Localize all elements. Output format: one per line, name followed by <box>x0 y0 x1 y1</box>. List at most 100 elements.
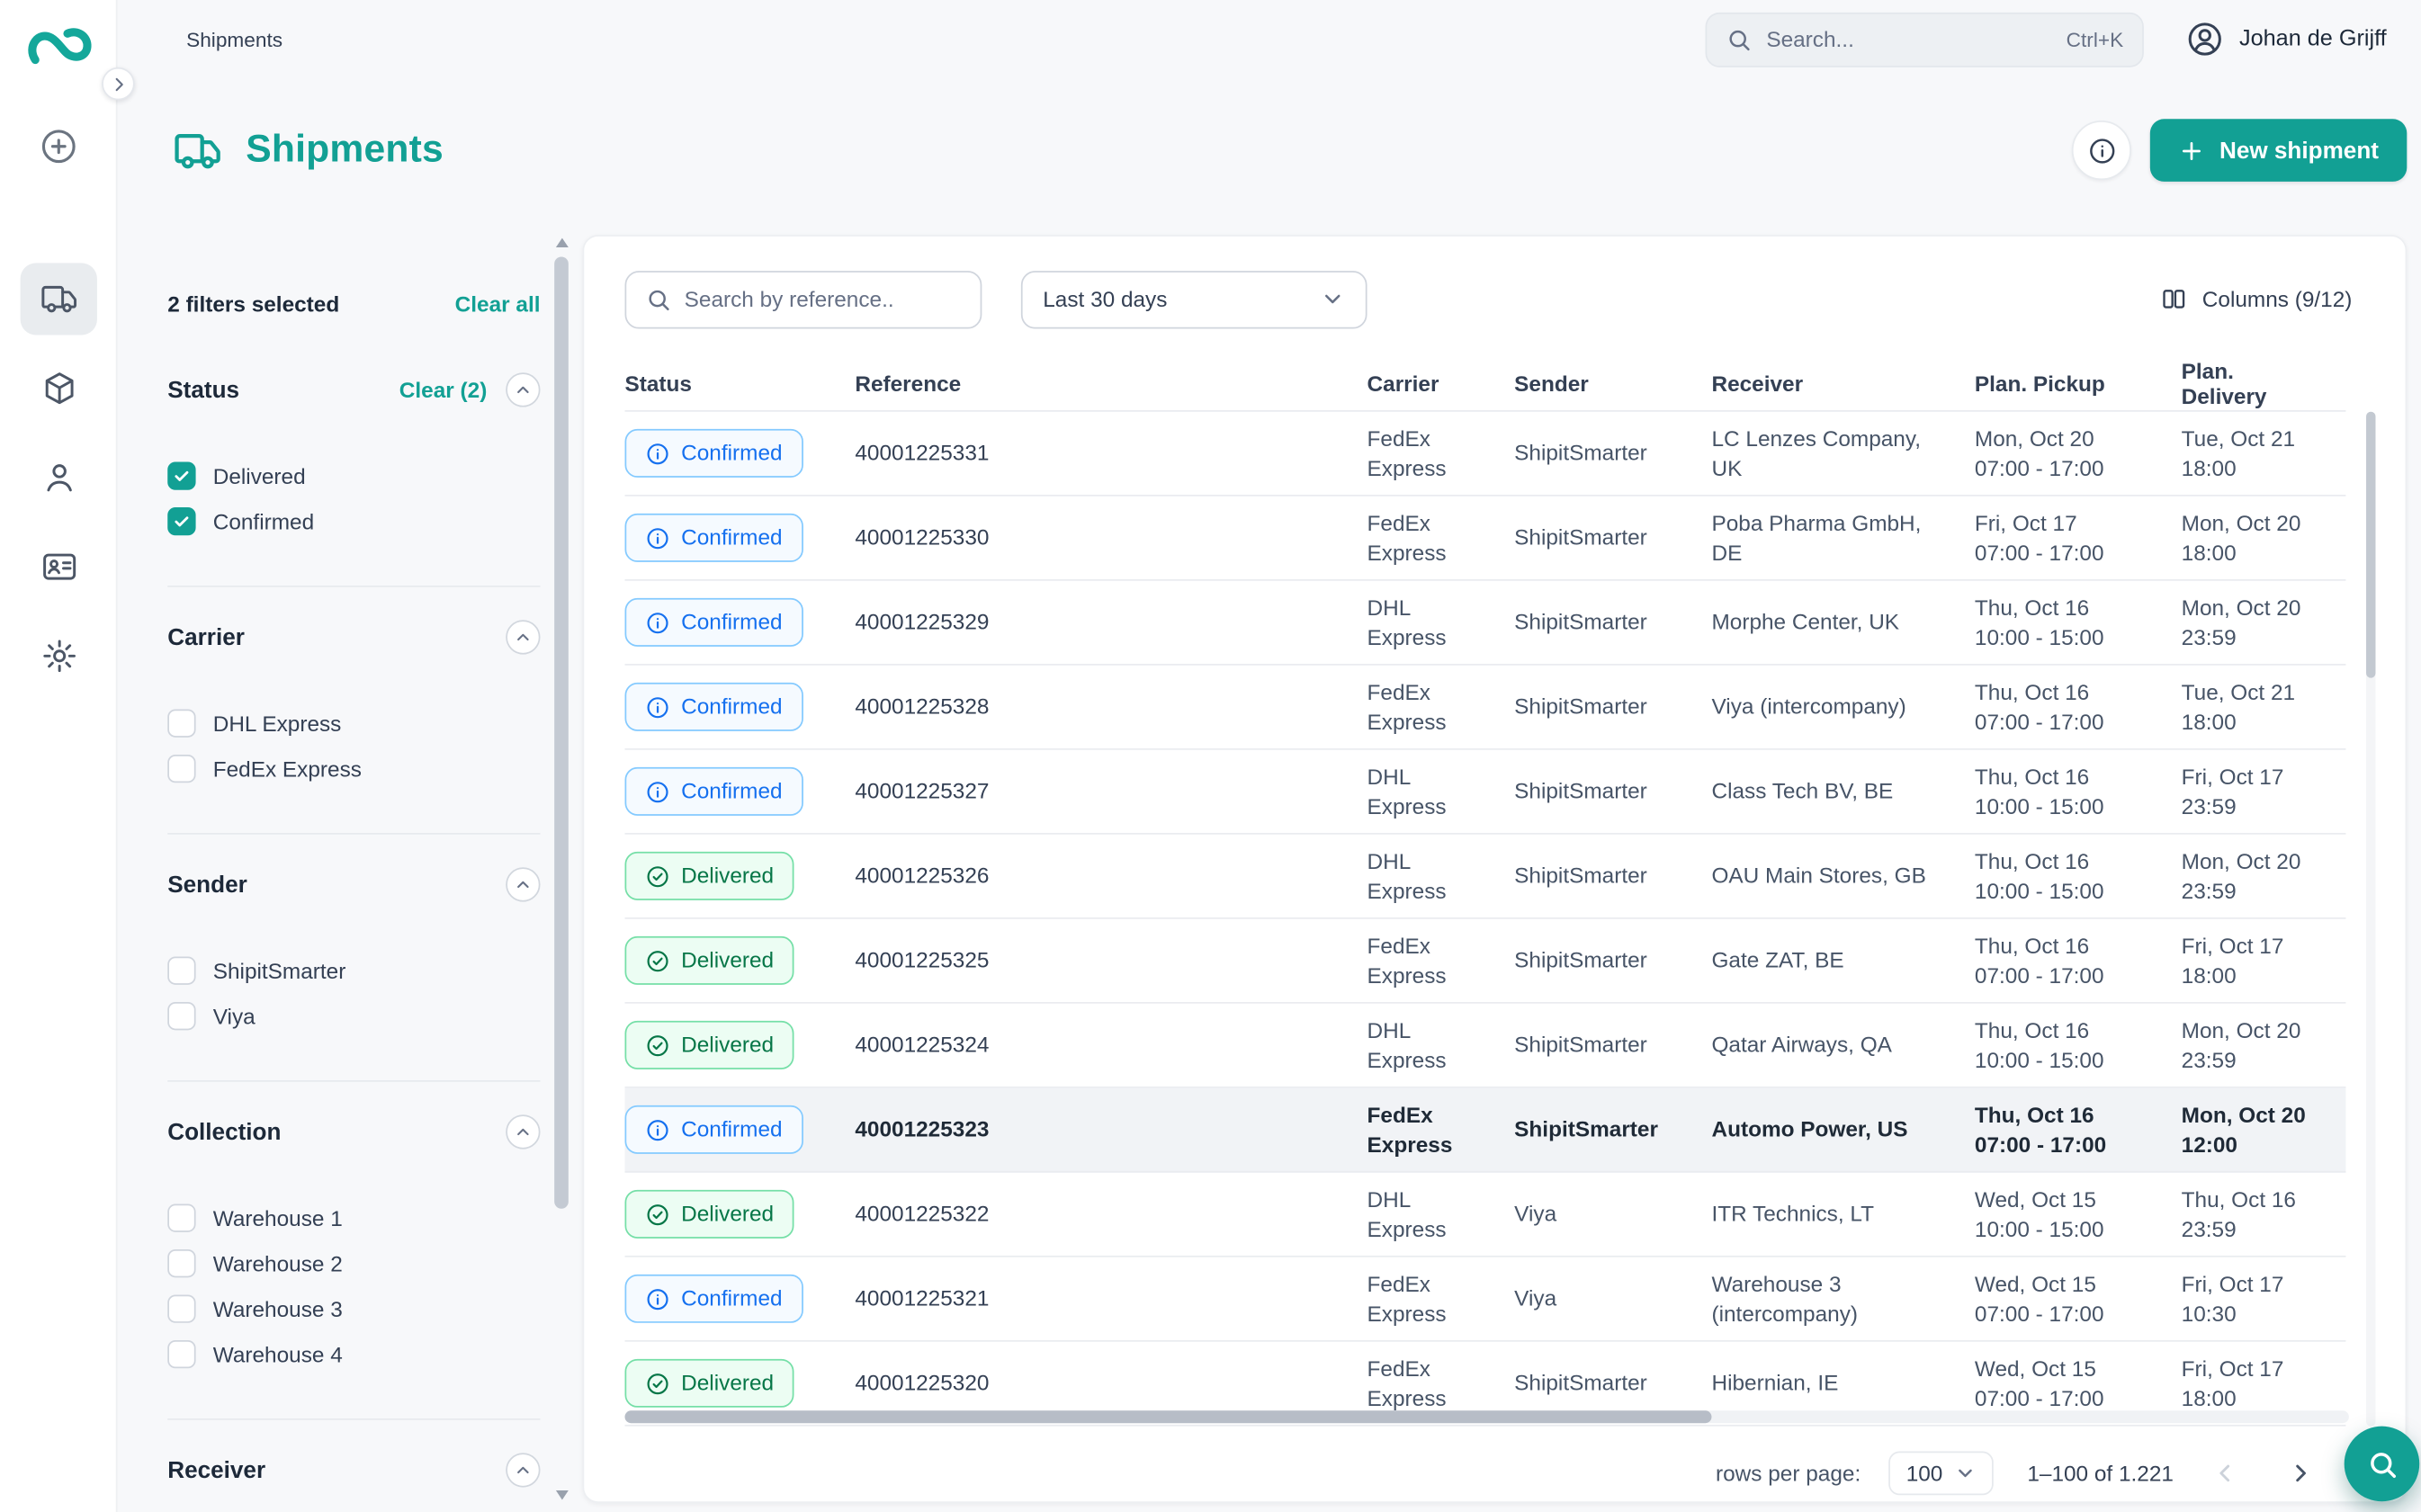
table-row[interactable]: Confirmed 40001225331 FedEx Express Ship… <box>624 412 2345 497</box>
filter-option-warehouse-4[interactable]: Warehouse 4 <box>167 1336 540 1373</box>
receiver-cell: OAU Main Stores, GB <box>1711 851 1974 901</box>
create-new-button[interactable] <box>38 125 80 167</box>
checkbox-unchecked[interactable] <box>167 957 195 985</box>
delivery-time: 18:00 <box>2182 961 2324 989</box>
app-root: Shipments Ctrl+K Johan de Grijff Shipmen… <box>0 0 2421 1512</box>
status-label: Delivered <box>681 946 774 975</box>
column-header-reference[interactable]: Reference <box>855 371 1367 396</box>
table-row[interactable]: Confirmed 40001225321 FedEx Express Viya… <box>624 1257 2345 1342</box>
pickup-cell: Thu, Oct 16 10:00 - 15:00 <box>1975 583 2182 663</box>
pickup-date: Thu, Oct 16 <box>1975 594 2159 622</box>
sender-cell: ShipitSmarter <box>1514 428 1711 479</box>
carrier-cell: FedEx Express <box>1367 1090 1515 1169</box>
page-vertical-scrollbar[interactable] <box>552 235 571 1503</box>
table-row[interactable]: Confirmed 40001225329 DHL Express Shipit… <box>624 581 2345 666</box>
column-header-carrier[interactable]: Carrier <box>1367 371 1515 396</box>
collapse-status-button[interactable] <box>506 372 540 407</box>
table-vertical-scrollbar[interactable] <box>2366 412 2375 1427</box>
app-logo[interactable] <box>25 21 93 72</box>
clear-status-filter-link[interactable]: Clear (2) <box>399 377 488 402</box>
table-row[interactable]: Confirmed 40001225330 FedEx Express Ship… <box>624 497 2345 581</box>
checkbox-checked[interactable] <box>167 507 195 535</box>
sidebar-item-settings[interactable] <box>21 620 97 692</box>
floating-search-button[interactable] <box>2345 1427 2420 1502</box>
filter-option-delivered[interactable]: Delivered <box>167 457 540 495</box>
reference-search-input[interactable] <box>685 287 962 312</box>
filter-option-shipitsmarter[interactable]: ShipitSmarter <box>167 952 540 989</box>
user-menu[interactable]: Johan de Grijff <box>2184 19 2387 59</box>
checkbox-unchecked[interactable] <box>167 1294 195 1322</box>
page-info-button[interactable] <box>2072 121 2131 180</box>
collapse-receiver-button[interactable] <box>506 1453 540 1487</box>
scroll-down-arrow[interactable] <box>556 1490 569 1499</box>
icon-sidebar <box>0 0 118 1512</box>
column-header-plan-delivery[interactable]: Plan. Delivery <box>2182 358 2346 408</box>
filter-option-dhl-express[interactable]: DHL Express <box>167 704 540 742</box>
status-label: Delivered <box>681 862 774 890</box>
pickup-time: 07:00 - 17:00 <box>1975 453 2159 482</box>
filter-option-fedex-express[interactable]: FedEx Express <box>167 750 540 788</box>
next-page-button[interactable] <box>2277 1450 2324 1497</box>
delivery-time: 23:59 <box>2182 1214 2324 1243</box>
sidebar-item-contacts[interactable] <box>21 531 97 603</box>
filter-option-warehouse-3[interactable]: Warehouse 3 <box>167 1290 540 1328</box>
table-row[interactable]: Confirmed 40001225328 FedEx Express Ship… <box>624 666 2345 750</box>
column-header-receiver[interactable]: Receiver <box>1711 371 1974 396</box>
filter-option-warehouse-2[interactable]: Warehouse 2 <box>167 1245 540 1283</box>
sidebar-item-shipments[interactable] <box>21 263 97 335</box>
filter-option-viya[interactable]: Viya <box>167 998 540 1035</box>
sidebar-expand-button[interactable] <box>102 67 135 101</box>
delivery-time: 18:00 <box>2182 707 2324 736</box>
table-row[interactable]: Delivered 40001225326 DHL Express Shipit… <box>624 835 2345 919</box>
reference-cell: 40001225327 <box>855 766 1367 817</box>
date-range-select[interactable]: Last 30 days <box>1021 270 1367 327</box>
checkbox-unchecked[interactable] <box>167 709 195 737</box>
clear-all-filters-link[interactable]: Clear all <box>455 291 541 317</box>
filter-option-label: Viya <box>213 1004 256 1029</box>
checkbox-unchecked[interactable] <box>167 1204 195 1232</box>
rows-per-page-select[interactable]: 100 <box>1889 1452 1994 1496</box>
pickup-time: 07:00 - 17:00 <box>1975 961 2159 989</box>
checkbox-checked[interactable] <box>167 461 195 489</box>
filter-option-label: Warehouse 1 <box>213 1205 343 1230</box>
column-header-sender[interactable]: Sender <box>1514 371 1711 396</box>
reference-cell: 40001225321 <box>855 1274 1367 1324</box>
new-shipment-button[interactable]: New shipment <box>2150 119 2407 182</box>
pickup-date: Thu, Oct 16 <box>1975 763 2159 792</box>
carrier-cell: FedEx Express <box>1367 667 1515 747</box>
scroll-up-arrow[interactable] <box>556 238 569 247</box>
checkbox-unchecked[interactable] <box>167 755 195 783</box>
search-icon <box>2365 1447 2399 1481</box>
table-row[interactable]: Confirmed 40001225327 DHL Express Shipit… <box>624 750 2345 835</box>
filter-option-warehouse-1[interactable]: Warehouse 1 <box>167 1199 540 1237</box>
sidebar-item-orders[interactable] <box>21 353 97 425</box>
global-search[interactable]: Ctrl+K <box>1705 12 2143 67</box>
collapse-collection-button[interactable] <box>506 1114 540 1149</box>
global-search-input[interactable] <box>1766 27 2052 52</box>
collapse-carrier-button[interactable] <box>506 620 540 654</box>
collection-options: Warehouse 1 Warehouse 2 Warehouse 3 Warehou… <box>167 1199 540 1373</box>
checkbox-unchecked[interactable] <box>167 1002 195 1030</box>
checkbox-unchecked[interactable] <box>167 1249 195 1277</box>
reference-search[interactable] <box>624 270 982 327</box>
collapse-sender-button[interactable] <box>506 867 540 901</box>
table-vscroll-thumb[interactable] <box>2366 412 2375 678</box>
checkbox-unchecked[interactable] <box>167 1340 195 1368</box>
table-row[interactable]: Delivered 40001225325 FedEx Express Ship… <box>624 919 2345 1004</box>
sidebar-item-pickup[interactable] <box>21 442 97 514</box>
column-header-plan-pickup[interactable]: Plan. Pickup <box>1975 371 2182 396</box>
chevron-left-icon <box>2211 1459 2239 1487</box>
filter-option-confirmed[interactable]: Confirmed <box>167 503 540 541</box>
table-horizontal-scrollbar[interactable] <box>624 1410 2348 1423</box>
column-header-status[interactable]: Status <box>624 371 855 396</box>
status-cell: Delivered <box>624 1348 855 1418</box>
table-hscroll-thumb[interactable] <box>624 1410 1710 1423</box>
table-row[interactable]: Delivered 40001225322 DHL Express Viya I… <box>624 1173 2345 1257</box>
table-row[interactable]: Confirmed 40001225323 FedEx Express Ship… <box>624 1088 2345 1173</box>
pickup-time: 10:00 - 15:00 <box>1975 792 2159 820</box>
receiver-cell: Class Tech BV, BE <box>1711 766 1974 817</box>
columns-button[interactable]: Columns (9/12) <box>2148 275 2364 322</box>
vertical-scrollbar-thumb[interactable] <box>554 256 569 1208</box>
previous-page-button[interactable] <box>2201 1450 2248 1497</box>
table-row[interactable]: Delivered 40001225324 DHL Express Shipit… <box>624 1004 2345 1088</box>
